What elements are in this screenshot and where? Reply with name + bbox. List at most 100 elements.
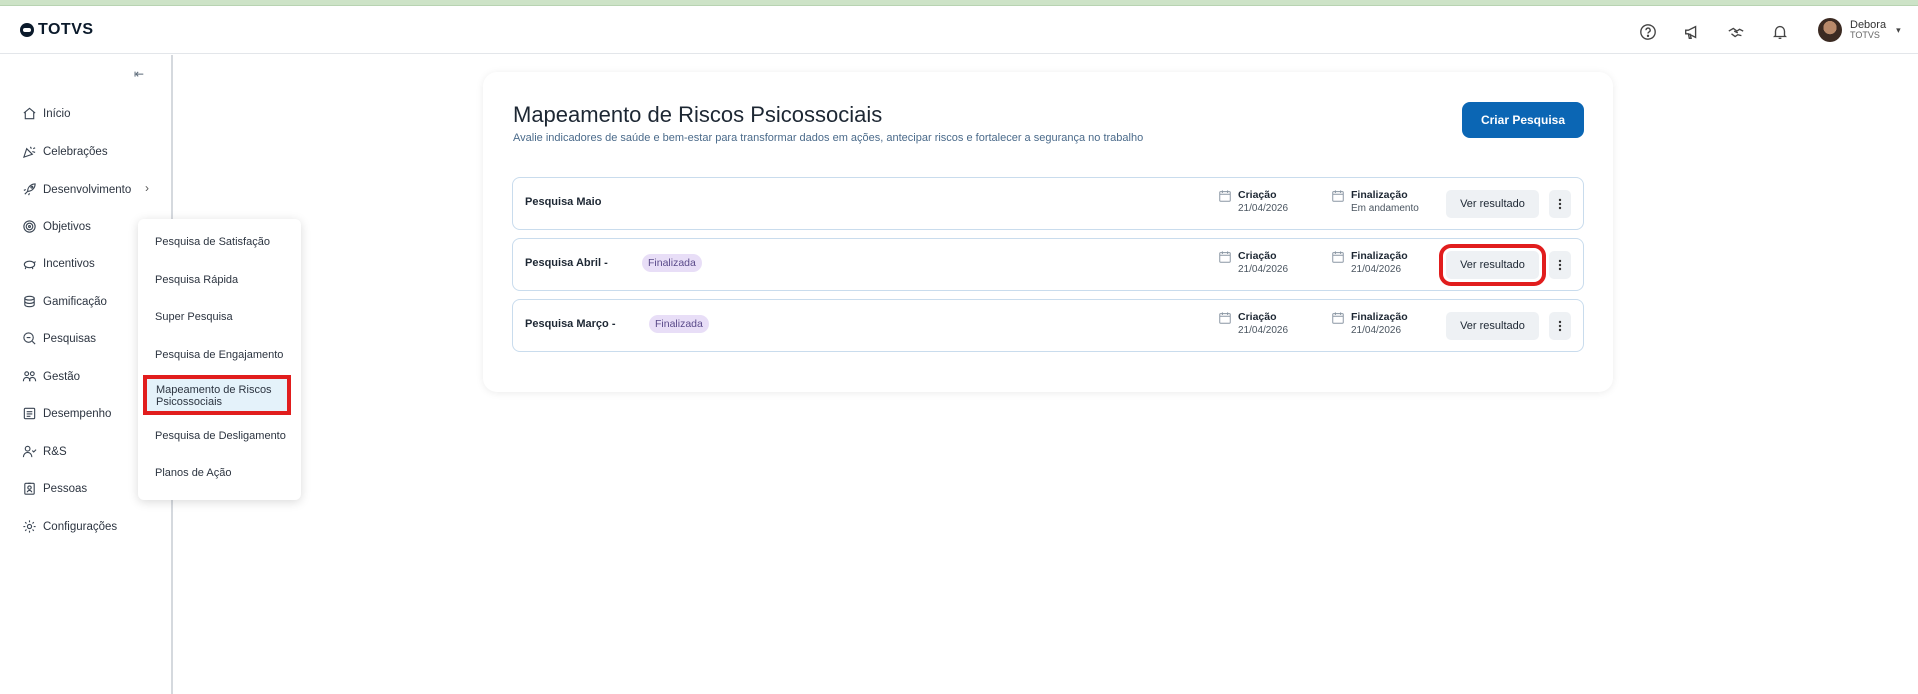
calendar-icon [1332,312,1344,324]
submenu-item-mapeamento-riscos[interactable]: Mapeamento de Riscos Psicossociais [143,375,291,415]
created-label: Criação [1238,250,1277,262]
more-options-icon[interactable] [1549,312,1571,340]
sidebar-item-label: Desenvolvimento [43,183,132,196]
megaphone-icon[interactable] [1681,21,1703,43]
logo-text: TOTVS [38,21,94,38]
sidebar-item-pesquisas[interactable]: Pesquisas [22,331,96,346]
rocket-icon [23,183,36,196]
sidebar-item-configuracoes[interactable]: Configurações [22,519,117,534]
sidebar-item-label: Pesquisas [43,332,97,345]
view-result-button[interactable]: Ver resultado [1446,190,1539,218]
home-icon [23,107,36,120]
user-name: Debora [1850,19,1887,31]
survey-row[interactable]: Pesquisa Maio Criação 21/04/2026 Finaliza… [512,177,1584,230]
created-value: 21/04/2026 [1238,264,1289,275]
submenu-item-planos-acao[interactable]: Planos de Ação [155,467,231,479]
users-icon [22,445,37,458]
sidebar-item-label: Desempenho [43,407,112,420]
sidebar-item-gamificacao[interactable]: Gamificação [22,294,107,309]
target-icon [23,220,36,233]
sidebar-item-rs[interactable]: R&S [22,444,67,459]
end-label: Finalização [1351,189,1408,201]
sidebar-item-label: Incentivos [43,257,95,270]
search-survey-icon [23,332,36,345]
survey-card: Mapeamento de Riscos Psicossociais Avali… [483,72,1613,392]
calendar-icon [1219,190,1231,202]
end-value: Em andamento [1351,203,1419,214]
page-title: Mapeamento de Riscos Psicossociais [513,102,883,127]
survey-row[interactable]: Pesquisa Abril - Finalizada Criação 21/04… [512,238,1584,291]
gear-icon [23,520,36,533]
survey-name: Pesquisa Março - [525,318,616,330]
end-label: Finalização [1351,311,1408,323]
collapse-sidebar-icon[interactable]: ⇤ [134,67,144,81]
piggy-bank-icon [23,260,36,270]
handshake-icon[interactable] [1725,21,1747,43]
badge-icon [24,482,35,495]
submenu-item-desligamento[interactable]: Pesquisa de Desligamento [155,430,286,442]
sidebar-item-label: Pessoas [43,482,88,495]
created-date: Criação 21/04/2026 [1218,250,1288,276]
party-icon [22,146,36,159]
sidebar-item-desenvolvimento[interactable]: Desenvolvimento [22,182,131,197]
end-label: Finalização [1351,250,1408,262]
avatar [1818,18,1842,42]
submenu-item-engajamento[interactable]: Pesquisa de Engajamento [155,349,283,361]
end-date: Finalização 21/04/2026 [1331,311,1408,337]
sidebar-item-label: Início [43,107,71,120]
created-date: Criação 21/04/2026 [1218,189,1288,215]
sidebar-item-celebracoes[interactable]: Celebrações [22,144,108,159]
user-menu[interactable]: Debora TOTVS ▾ [1818,18,1901,42]
created-label: Criação [1238,311,1277,323]
submenu-item-satisfacao[interactable]: Pesquisa de Satisfação [155,236,270,248]
view-result-button[interactable]: Ver resultado [1446,312,1539,340]
sidebar-item-label: Objetivos [43,220,91,233]
page-subtitle: Avalie indicadores de saúde e bem-estar … [513,132,1144,144]
coins-icon [24,295,35,308]
sidebar-item-label: Celebrações [43,145,108,158]
created-value: 21/04/2026 [1238,203,1289,214]
sidebar-item-pessoas[interactable]: Pessoas [22,481,87,496]
created-value: 21/04/2026 [1238,325,1289,336]
survey-name: Pesquisa Abril - [525,257,608,269]
app-header: TOTVS Debora TOTVS ▾ [0,6,1918,54]
submenu-item-rapida[interactable]: Pesquisa Rápida [155,274,238,286]
sidebar-item-desempenho[interactable]: Desempenho [22,406,111,421]
sidebar-item-objetivos[interactable]: Objetivos [22,219,91,234]
survey-name: Pesquisa Maio [525,196,602,208]
view-result-button[interactable]: Ver resultado [1439,244,1546,286]
calendar-icon [1332,190,1344,202]
help-icon[interactable] [1637,21,1659,43]
submenu-item-label: Mapeamento de Riscos Psicossociais [156,384,272,408]
end-date: Finalização Em andamento [1331,189,1419,215]
end-value: 21/04/2026 [1351,264,1402,275]
logo-icon [20,23,34,37]
more-options-icon[interactable] [1549,190,1571,218]
create-survey-button[interactable]: Criar Pesquisa [1462,102,1584,138]
end-value: 21/04/2026 [1351,325,1402,336]
pesquisas-submenu: Pesquisa de Satisfação Pesquisa Rápida S… [138,219,301,500]
submenu-item-super-pesquisa[interactable]: Super Pesquisa [155,311,233,323]
caret-down-icon: ▾ [1896,24,1901,35]
sidebar-item-label: Gamificação [43,295,107,308]
user-org: TOTVS [1850,30,1880,40]
more-options-icon[interactable] [1549,251,1571,279]
status-badge: Finalizada [642,254,702,272]
totvs-logo[interactable]: TOTVS [20,21,94,39]
end-date: Finalização 21/04/2026 [1331,250,1408,276]
sidebar-item-label: Gestão [43,370,81,383]
sidebar-item-gestao[interactable]: Gestão [22,369,80,384]
status-badge: Finalizada [649,315,709,333]
created-date: Criação 21/04/2026 [1218,311,1288,337]
team-icon [22,371,37,382]
sidebar-item-inicio[interactable]: Início [22,106,71,121]
chevron-right-icon: › [145,181,149,195]
bell-icon[interactable] [1769,21,1791,43]
calendar-icon [1219,312,1231,324]
sidebar-item-label: Configurações [43,520,118,533]
performance-icon [23,407,36,420]
sidebar-item-incentivos[interactable]: Incentivos [22,256,95,271]
survey-row[interactable]: Pesquisa Março - Finalizada Criação 21/04… [512,299,1584,352]
sidebar-item-label: R&S [43,445,67,458]
calendar-icon [1332,251,1344,263]
